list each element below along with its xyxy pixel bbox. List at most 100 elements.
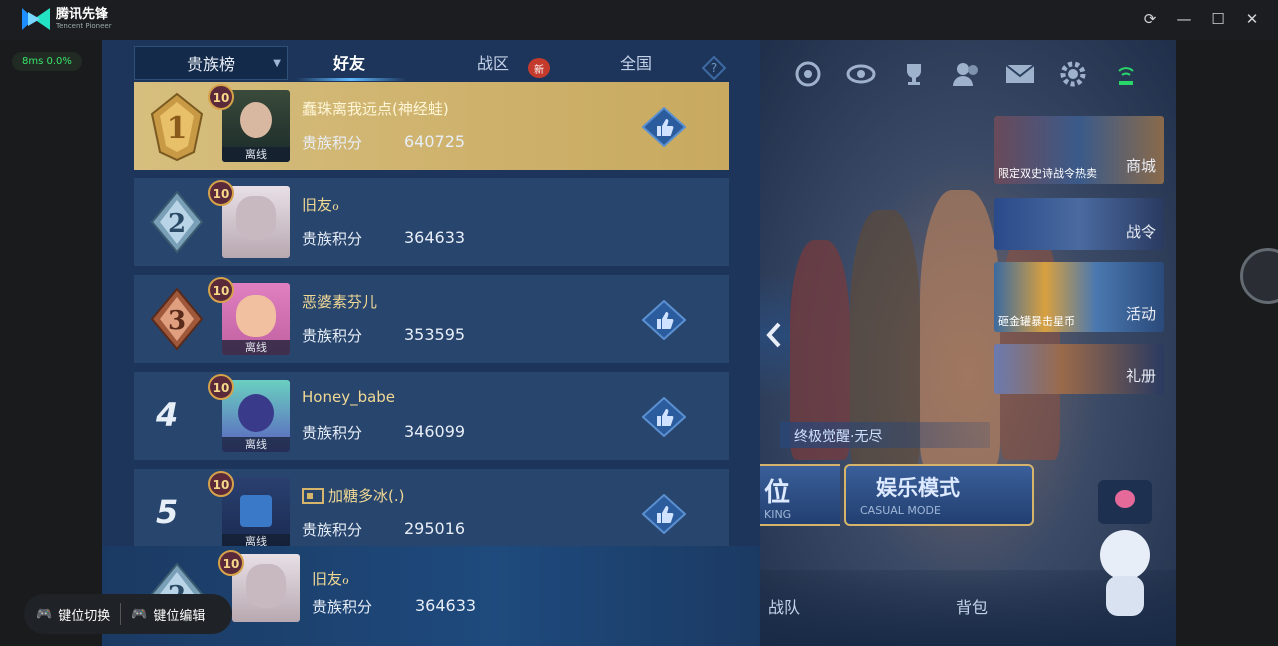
player-name: 旧友ℴ bbox=[302, 196, 339, 214]
title-bar: 腾讯先锋 Tencent Pioneer ⟳ — ☐ ✕ bbox=[0, 0, 1278, 40]
svg-text:10: 10 bbox=[213, 91, 230, 105]
ranked-mode-label: 位 bbox=[764, 478, 791, 508]
keymap-switch-button[interactable]: 🎮 键位切换 bbox=[36, 605, 110, 624]
player-name: 加糖多冰(.) bbox=[302, 485, 404, 506]
bottom-nav: 战队 背包 bbox=[760, 480, 1176, 646]
thumbs-up-icon[interactable] bbox=[642, 397, 686, 437]
backpack-button[interactable]: 背包 bbox=[956, 594, 988, 618]
rank-type-label: 贵族榜 bbox=[186, 55, 235, 74]
app-name: 腾讯先锋 bbox=[56, 7, 109, 22]
team-button[interactable]: 战队 bbox=[768, 594, 800, 618]
app-logo: 腾讯先锋 Tencent Pioneer bbox=[20, 6, 112, 32]
rank-row[interactable]: 1 离线 10 蠢珠离我远点(神经蛙) 贵族积分 640725 bbox=[134, 82, 729, 170]
noble-level-badge-icon: 10 bbox=[208, 277, 234, 303]
app-subtitle: Tencent Pioneer bbox=[56, 22, 112, 30]
team-flag-icon bbox=[302, 487, 324, 504]
offline-status: 离线 bbox=[222, 147, 290, 162]
silver-rank-badge-icon: 2 bbox=[150, 190, 204, 254]
shop-tile[interactable]: 限定双史诗战令热卖 商城 bbox=[994, 116, 1164, 184]
score-label: 贵族积分 bbox=[302, 134, 363, 152]
event-tile-caption: 砸金罐暴击星币 bbox=[998, 315, 1075, 328]
gift-book-tile-label: 礼册 bbox=[1125, 367, 1156, 385]
keymap-edit-button[interactable]: 🎮 键位编辑 bbox=[131, 605, 205, 624]
eye-icon[interactable] bbox=[845, 58, 877, 90]
collapse-panel-button[interactable] bbox=[760, 270, 790, 400]
thumbs-up-icon[interactable] bbox=[642, 107, 686, 147]
left-gutter bbox=[0, 40, 102, 646]
player-name: 蠢珠离我远点(神经蛙) bbox=[302, 100, 449, 118]
casual-mode-button[interactable]: 娱乐模式 CASUAL MODE bbox=[844, 464, 1034, 526]
noble-level-badge-icon: 10 bbox=[208, 84, 234, 110]
noble-level-badge-icon: 10 bbox=[208, 180, 234, 206]
event-banner[interactable]: 终极觉醒·无尽 bbox=[780, 422, 990, 448]
trophy-icon[interactable] bbox=[898, 58, 930, 90]
ranked-mode-button[interactable]: 位 KING bbox=[760, 464, 840, 526]
mail-icon[interactable] bbox=[1004, 58, 1036, 90]
refresh-icon[interactable]: ⟳ bbox=[1142, 10, 1158, 28]
svg-text:10: 10 bbox=[213, 284, 230, 298]
event-tile[interactable]: 砸金罐暴击星币 活动 bbox=[994, 262, 1164, 332]
tab-friends[interactable]: 好友 bbox=[333, 50, 365, 74]
gamepad-icon: 🎮 bbox=[36, 606, 53, 622]
player-name: 恶婆素芬儿 bbox=[302, 293, 378, 311]
score-label: 贵族积分 bbox=[302, 327, 363, 345]
svg-text:10: 10 bbox=[213, 478, 230, 492]
svg-text:10: 10 bbox=[223, 557, 240, 571]
thumbs-up-icon[interactable] bbox=[642, 300, 686, 340]
keymap-toolbar: 🎮 键位切换 🎮 键位编辑 bbox=[24, 594, 232, 634]
score-value: 353595 bbox=[404, 325, 466, 344]
shop-tile-label: 商城 bbox=[1125, 157, 1156, 175]
rank-row[interactable]: 5 离线 10 加糖多冰(.) 贵族积分 295016 bbox=[134, 469, 729, 557]
rank-number: 4 bbox=[156, 396, 179, 434]
divider bbox=[120, 603, 122, 625]
score-label: 贵族积分 bbox=[302, 230, 363, 248]
mascot-figure[interactable] bbox=[1090, 480, 1160, 630]
wifi-signal-icon bbox=[1110, 58, 1142, 90]
tab-national[interactable]: 全国 bbox=[620, 50, 652, 74]
gamepad-icon: 🎮 bbox=[131, 606, 148, 622]
score-value: 364633 bbox=[415, 596, 477, 615]
app-logo-icon bbox=[22, 8, 50, 30]
casual-mode-label: 娱乐模式 bbox=[876, 476, 960, 500]
score-value: 346099 bbox=[404, 422, 466, 441]
svg-text:10: 10 bbox=[213, 381, 230, 395]
offline-status: 离线 bbox=[222, 340, 290, 355]
chevron-down-icon: ▼ bbox=[273, 58, 281, 69]
score-value: 295016 bbox=[404, 519, 466, 538]
gold-rank-badge-icon: 1 bbox=[150, 92, 204, 162]
help-icon[interactable]: ? bbox=[702, 56, 726, 80]
rank-number: 5 bbox=[156, 493, 179, 531]
battle-pass-tile[interactable]: 战令 bbox=[994, 198, 1164, 250]
rank-row[interactable]: 4 离线 10 Honey_babe 贵族积分 346099 bbox=[134, 372, 729, 460]
minimize-button[interactable]: — bbox=[1176, 10, 1192, 28]
settings-gear-icon[interactable] bbox=[1057, 58, 1089, 90]
right-gutter bbox=[1176, 40, 1278, 646]
event-tile-label: 活动 bbox=[1125, 305, 1156, 323]
casual-mode-sub: CASUAL MODE bbox=[860, 504, 941, 517]
battle-pass-tile-label: 战令 bbox=[1125, 223, 1156, 241]
rank-type-dropdown[interactable]: 贵族榜 ▼ bbox=[134, 46, 288, 80]
maximize-button[interactable]: ☐ bbox=[1210, 10, 1226, 28]
shop-tile-caption: 限定双史诗战令热卖 bbox=[998, 167, 1097, 180]
rank-number: 3 bbox=[168, 306, 186, 336]
target-icon[interactable] bbox=[792, 58, 824, 90]
top-icon-bar bbox=[792, 58, 1142, 90]
perf-indicator: 8ms 0.0% bbox=[12, 52, 82, 71]
rank-number: 1 bbox=[167, 111, 188, 146]
ranked-mode-sub: KING bbox=[764, 508, 792, 521]
close-button[interactable]: ✕ bbox=[1244, 10, 1260, 28]
tab-zone[interactable]: 战区 bbox=[477, 50, 509, 74]
player-name: Honey_babe bbox=[302, 388, 396, 406]
rank-row[interactable]: 2 10 旧友ℴ 贵族积分 364633 bbox=[134, 178, 729, 266]
keymap-edit-label: 键位编辑 bbox=[153, 608, 206, 624]
noble-level-badge-icon: 10 bbox=[208, 374, 234, 400]
new-badge: 新 bbox=[528, 58, 550, 78]
thumbs-up-icon[interactable] bbox=[642, 494, 686, 534]
chevron-left-icon bbox=[766, 322, 781, 348]
rank-row[interactable]: 3 离线 10 恶婆素芬儿 贵族积分 353595 bbox=[134, 275, 729, 363]
noble-rank-panel: 贵族榜 ▼ 好友 战区 新 全国 ? 1 离线 10 蠢珠离我远点(神经蛙) 贵… bbox=[102, 40, 760, 646]
svg-text:?: ? bbox=[711, 61, 717, 75]
friends-icon[interactable] bbox=[951, 58, 983, 90]
score-label: 贵族积分 bbox=[312, 598, 373, 616]
gift-book-tile[interactable]: 礼册 bbox=[994, 344, 1164, 394]
